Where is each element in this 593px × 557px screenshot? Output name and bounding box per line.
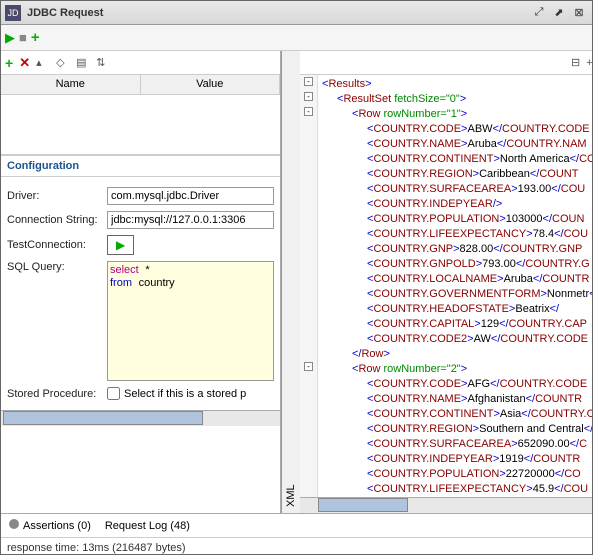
list-icon[interactable]: ▤ [76,56,90,70]
stop-button: ■ [19,30,27,45]
stored-checkbox[interactable] [107,387,120,400]
status-bar: response time: 13ms (216487 bytes) [1,537,592,557]
assertions-tab[interactable]: Assertions (0) [9,519,91,532]
maximize-icon[interactable]: ⬈ [550,4,568,22]
run-button[interactable]: ▶ [5,30,15,46]
jdbc-icon: JD [5,5,21,21]
col-value: Value [141,75,281,94]
request-log-tab[interactable]: Request Log (48) [105,520,190,532]
params-body[interactable] [1,95,280,155]
titlebar: JD JDBC Request ⤢ ⬈ ⊠ [1,1,592,25]
eraser-icon[interactable]: ◇ [56,56,70,70]
xml-viewer[interactable]: - - - - <Results><ResultSet fetchSize="0… [300,75,592,497]
conn-label: Connection String: [7,214,107,226]
window-title: JDBC Request [27,7,528,19]
right-hscroll[interactable] [300,497,592,513]
tab-xml[interactable]: XML [281,51,300,513]
add-button[interactable]: + [31,29,40,46]
fold-icon[interactable]: - [304,107,313,116]
main-toolbar: ▶ ■ + [1,25,592,51]
remove-param-button[interactable]: ✕ [19,55,30,71]
fold-icon[interactable]: - [304,362,313,371]
test-connection-button[interactable]: ▶ [107,235,134,255]
footer-tabs: Assertions (0) Request Log (48) [1,513,592,537]
conn-input[interactable] [107,211,274,229]
fold-icon[interactable]: - [304,77,313,86]
up-icon[interactable]: ▴ [36,56,50,70]
params-toolbar: + ✕ ▴ ◇ ▤ ⇅ [1,51,280,75]
col-name: Name [1,75,141,94]
driver-input[interactable] [107,187,274,205]
sql-query-input[interactable]: select * from country [107,261,274,381]
split-icon[interactable]: ⊟ [571,56,580,69]
right-pane: XML ⊟ + ? - - - - <Results><ResultSet fe… [281,51,592,513]
stored-label: Stored Procedure: [7,388,107,400]
add-xml-icon[interactable]: + [586,57,592,69]
left-pane: + ✕ ▴ ◇ ▤ ⇅ Name Value Configuration Dri… [1,51,281,513]
left-hscroll[interactable] [1,410,280,426]
driver-label: Driver: [7,190,107,202]
test-label: TestConnection: [7,239,107,251]
close-icon[interactable]: ⊠ [570,4,588,22]
config-header: Configuration [1,155,280,177]
config-form: Driver: Connection String: TestConnectio… [1,177,280,410]
stored-text: Select if this is a stored p [124,388,246,400]
fold-icon[interactable]: - [304,92,313,101]
sql-label: SQL Query: [7,261,107,273]
sort-icon[interactable]: ⇅ [96,56,110,70]
minimize-icon[interactable]: ⤢ [530,4,548,22]
xml-toolbar: ⊟ + ? [300,51,592,75]
params-header: Name Value [1,75,280,95]
status-text: response time: 13ms (216487 bytes) [7,542,186,554]
add-param-button[interactable]: + [5,55,13,71]
